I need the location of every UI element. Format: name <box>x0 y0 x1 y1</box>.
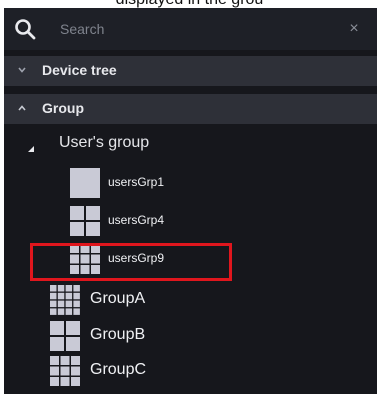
chevron-down-icon <box>18 67 26 73</box>
tree-root-users-group[interactable]: User's group <box>59 134 149 152</box>
tree-item-label: usersGrp1 <box>108 175 165 189</box>
chevron-up-icon <box>18 105 26 111</box>
section-header-device-tree[interactable]: Device tree <box>4 56 377 86</box>
grid-4x4-icon <box>50 285 80 315</box>
tree-item-label: GroupB <box>90 326 146 343</box>
grid-2x2-icon <box>70 206 100 236</box>
section-header-group[interactable]: Group <box>4 94 377 124</box>
section-label-device-tree: Device tree <box>42 62 117 78</box>
tree-expanded-icon[interactable] <box>26 144 36 154</box>
section-label-group: Group <box>42 100 84 116</box>
search-input[interactable] <box>60 18 330 40</box>
grid-3x3-icon <box>50 356 80 386</box>
single-tile-icon <box>70 168 100 198</box>
tree-item-label: GroupA <box>90 290 146 307</box>
grid-2x2-icon <box>50 321 80 351</box>
search-icon[interactable] <box>13 17 37 41</box>
tree-item-label: GroupC <box>90 361 147 378</box>
search-bar: × <box>4 8 377 50</box>
group-panel: × Device tree Group User's group usersGr… <box>4 8 377 394</box>
tree-item-label: usersGrp4 <box>108 213 165 227</box>
highlight-box-usersgrp9 <box>30 243 232 281</box>
clear-search-icon[interactable]: × <box>346 21 362 37</box>
